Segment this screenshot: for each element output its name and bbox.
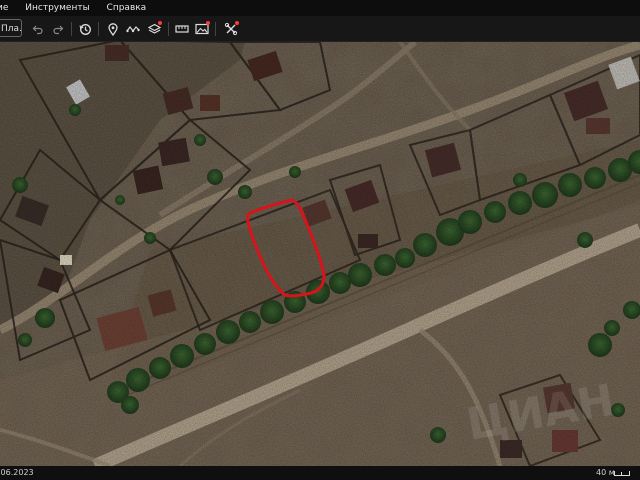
- google-earth-window: ие Инструменты Справка Пла...: [0, 0, 640, 480]
- places-field[interactable]: Пла...: [0, 19, 22, 37]
- add-polygon-button[interactable]: [145, 20, 163, 38]
- tour-button[interactable]: [222, 20, 240, 38]
- menu-item-tools[interactable]: Инструменты: [25, 0, 89, 16]
- undo-button[interactable]: [29, 20, 47, 38]
- scale-bar-line: [614, 471, 630, 476]
- toolbar-divider: [71, 22, 72, 36]
- history-clock-icon: [79, 23, 91, 35]
- alert-dot: [158, 21, 162, 25]
- path-icon: [126, 26, 140, 33]
- imagery-date: .06.2023: [0, 468, 34, 477]
- status-bar: .06.2023 40 м: [0, 466, 640, 480]
- scale-bar-tick: [621, 472, 622, 476]
- undo-icon: [32, 25, 43, 35]
- satellite-map-view[interactable]: ЦИАН: [0, 42, 640, 466]
- ruler-button[interactable]: [173, 20, 191, 38]
- redo-button[interactable]: [49, 20, 67, 38]
- toolbar-divider: [98, 22, 99, 36]
- menu-bar: ие Инструменты Справка: [0, 0, 640, 16]
- image-overlay-button[interactable]: [193, 20, 211, 38]
- add-placemark-button[interactable]: [104, 20, 122, 38]
- alert-dot: [235, 21, 239, 25]
- redo-icon: [53, 25, 64, 35]
- menu-item-view[interactable]: ие: [0, 0, 8, 16]
- add-path-button[interactable]: [124, 20, 142, 38]
- historical-imagery-button[interactable]: [76, 20, 94, 38]
- scale-label: 40 м: [596, 468, 615, 477]
- toolbar-divider: [215, 22, 216, 36]
- alert-dot: [206, 21, 210, 25]
- placemark-icon: [108, 22, 118, 36]
- menu-item-help[interactable]: Справка: [107, 0, 147, 16]
- toolbar-divider: [168, 22, 169, 36]
- satellite-imagery: ЦИАН: [0, 42, 640, 466]
- ruler-icon: [175, 25, 189, 33]
- toolbar: Пла...: [0, 16, 640, 42]
